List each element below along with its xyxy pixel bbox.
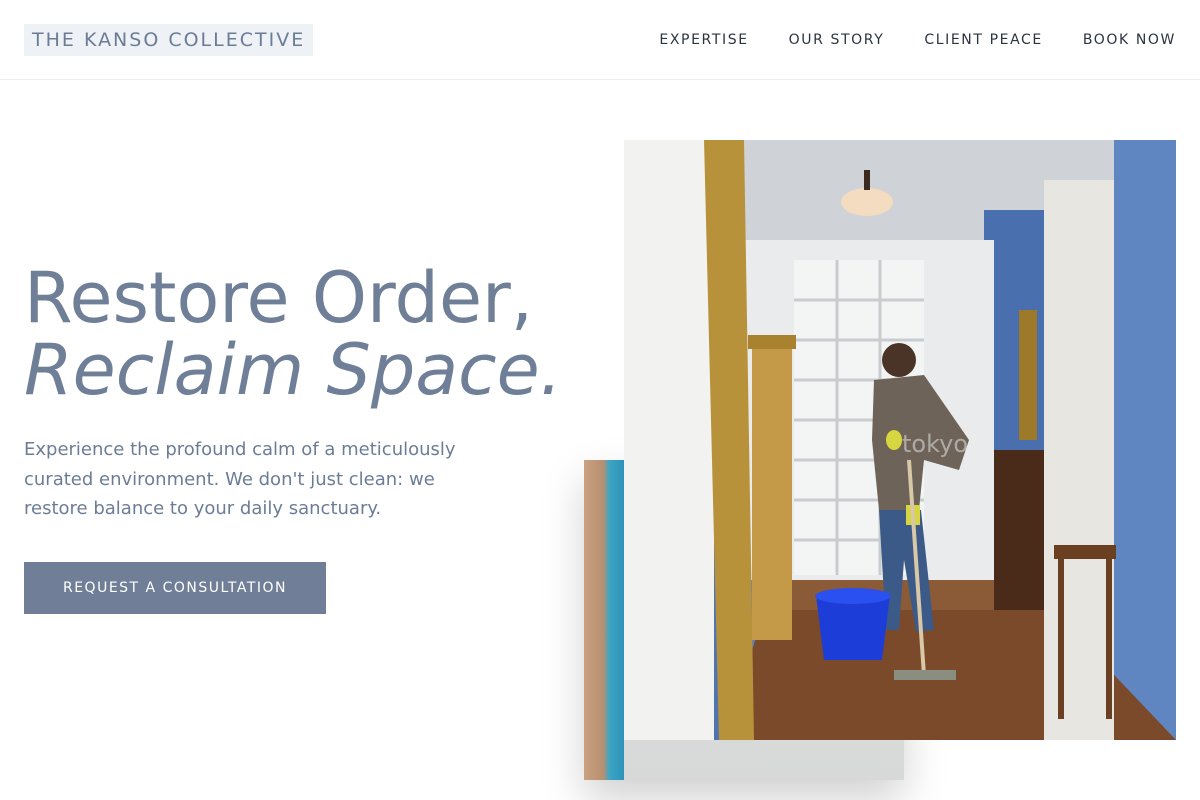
hero-title-line-1: Restore Order,	[24, 257, 534, 339]
request-consultation-button[interactable]: REQUEST A CONSULTATION	[24, 562, 326, 614]
brand-logo[interactable]: THE KANSO COLLECTIVE	[24, 24, 314, 56]
hallway-mopping-photo: tokyo	[624, 140, 1176, 740]
photo-watermark: tokyo	[902, 430, 968, 458]
hallway-illustration: tokyo	[624, 140, 1176, 740]
hero-description: Experience the profound calm of a meticu…	[24, 439, 456, 519]
main-nav: EXPERTISE OUR STORY CLIENT PEACE BOOK NO…	[659, 31, 1176, 49]
site-header: THE KANSO COLLECTIVE EXPERTISE OUR STORY…	[0, 0, 1200, 80]
nav-our-story-link[interactable]: OUR STORY	[789, 31, 885, 49]
hero-title-line-2: Reclaim Space.	[24, 329, 562, 411]
hero-title: Restore Order, Reclaim Space.	[24, 262, 604, 406]
nav-expertise-link[interactable]: EXPERTISE	[659, 31, 748, 49]
nav-book-now-link[interactable]: BOOK NOW	[1083, 31, 1176, 49]
nav-client-peace-link[interactable]: CLIENT PEACE	[924, 31, 1042, 49]
